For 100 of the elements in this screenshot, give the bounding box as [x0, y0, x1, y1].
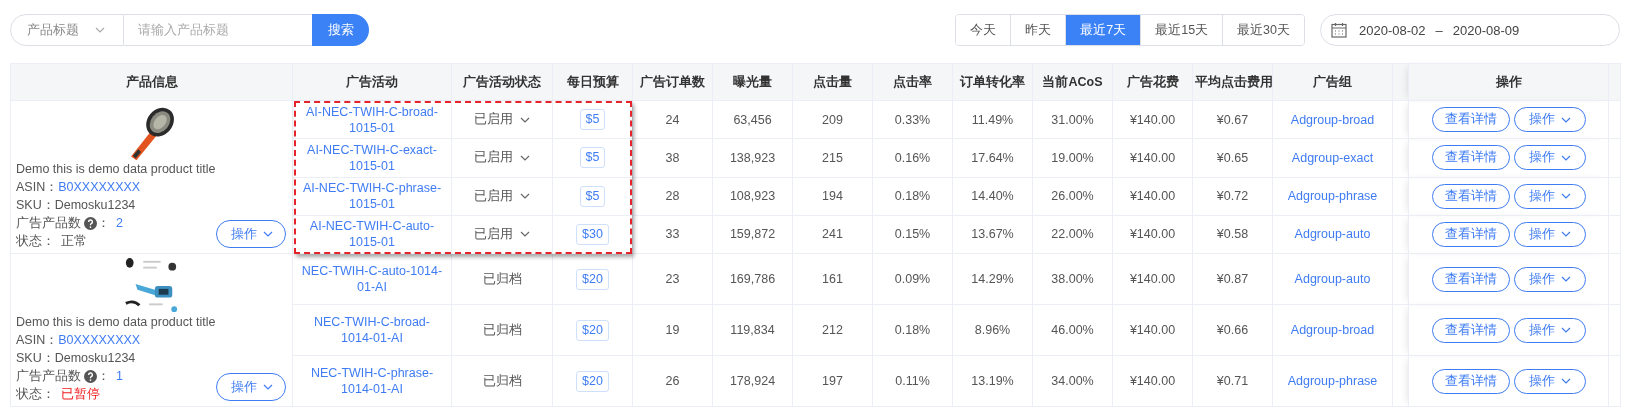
table-cell: ¥0.58	[1216, 227, 1249, 242]
table-cell: 0.16%	[894, 150, 931, 165]
table-cell: 0.09%	[894, 272, 931, 286]
asin-link[interactable]: B0XXXXXXXX	[58, 331, 141, 349]
date-range-tab[interactable]: 最近30天	[1222, 15, 1304, 45]
view-details-button[interactable]: 查看详情	[1431, 107, 1510, 133]
column-header: 当前ACoS	[1042, 74, 1103, 89]
table-cell: 215	[822, 150, 843, 165]
budget-tag[interactable]: $20	[576, 319, 609, 341]
table-cell: ¥0.65	[1216, 150, 1249, 165]
table-cell: 138,923	[729, 150, 776, 165]
view-details-button[interactable]: 查看详情	[1431, 221, 1510, 247]
action-menu-button[interactable]: 操作	[1513, 266, 1586, 292]
table-cell: 209	[822, 112, 843, 127]
column-header: 广告活动状态	[463, 74, 541, 89]
date-range-tab[interactable]: 最近7天	[1065, 15, 1141, 45]
table-cell: ¥140.00	[1129, 323, 1176, 337]
search-field[interactable]: 请输入产品标题	[124, 14, 312, 46]
table-cell: ¥0.72	[1216, 189, 1249, 204]
column-header: 点击量	[813, 74, 852, 89]
product-title: Demo this is demo data product title	[16, 161, 216, 178]
budget-tag[interactable]: $5	[579, 185, 606, 207]
view-details-button[interactable]: 查看详情	[1431, 145, 1510, 171]
chevron-down-icon	[1560, 193, 1571, 200]
table-cell: 33	[665, 227, 680, 242]
table-cell: 38	[665, 150, 680, 165]
action-menu-button[interactable]: 操作	[216, 373, 286, 401]
view-details-button[interactable]: 查看详情	[1431, 368, 1510, 394]
adgroup-link[interactable]: Adgroup-broad	[1290, 323, 1375, 337]
table-cell: 22.00%	[1051, 227, 1094, 242]
asin-label: ASIN：	[16, 332, 59, 349]
chevron-down-icon	[520, 231, 530, 238]
view-details-button[interactable]: 查看详情	[1431, 183, 1510, 209]
table-cell: 108,923	[729, 189, 776, 204]
table-cell: ¥140.00	[1129, 189, 1176, 204]
help-icon[interactable]	[84, 369, 97, 383]
chevron-down-icon	[1560, 154, 1571, 161]
table-cell: 0.18%	[894, 189, 931, 204]
status-label: 状态：	[16, 233, 55, 250]
asin-link[interactable]: B0XXXXXXXX	[58, 178, 141, 196]
sku-text: SKU：Demosku1234	[16, 350, 136, 367]
chevron-down-icon	[95, 27, 105, 33]
colon: ：	[97, 215, 110, 232]
budget-tag[interactable]: $5	[579, 109, 606, 131]
action-menu-button[interactable]: 操作	[1513, 221, 1586, 247]
table-cell: ¥140.00	[1129, 150, 1176, 165]
help-icon[interactable]	[84, 216, 97, 230]
table-cell: 0.15%	[894, 227, 931, 242]
action-menu-button[interactable]: 操作	[216, 220, 286, 248]
action-menu-button[interactable]: 操作	[1513, 317, 1586, 343]
date-separator: –	[1435, 22, 1443, 38]
ad-product-count[interactable]: 2	[116, 214, 123, 232]
view-details-button[interactable]: 查看详情	[1431, 317, 1510, 343]
table-cell: 159,872	[729, 227, 776, 242]
action-menu-button[interactable]: 操作	[1513, 368, 1586, 394]
table-cell: 28	[665, 189, 680, 204]
budget-tag[interactable]: $20	[576, 370, 609, 392]
table-cell: 161	[822, 272, 843, 286]
sku-text: SKU：Demosku1234	[16, 197, 136, 214]
table-cell: 24	[665, 112, 680, 127]
chevron-down-icon	[263, 231, 273, 237]
table-cell: 46.00%	[1051, 323, 1094, 337]
campaign-status: 已归档	[482, 322, 522, 337]
adgroup-link[interactable]: Adgroup-auto	[1294, 272, 1371, 286]
budget-tag[interactable]: $5	[579, 147, 606, 169]
table-cell: 241	[822, 227, 843, 242]
end-date[interactable]: 2020-08-09	[1452, 22, 1520, 38]
table-cell: 14.40%	[971, 189, 1014, 204]
search-button[interactable]: 搜索	[312, 14, 369, 46]
status-label: 状态：	[16, 386, 55, 403]
column-header: 广告订单数	[640, 74, 705, 89]
table-cell: 38.00%	[1051, 272, 1094, 286]
action-menu-button[interactable]: 操作	[1513, 183, 1586, 209]
ad-product-count-label: 广告产品数	[16, 368, 81, 385]
table-cell: 212	[822, 323, 843, 337]
start-date[interactable]: 2020-08-02	[1359, 22, 1426, 38]
chevron-down-icon	[1560, 276, 1571, 282]
chevron-down-icon	[1560, 327, 1571, 333]
table-cell: 0.33%	[894, 112, 931, 127]
table-cell: 0.18%	[894, 323, 931, 337]
table-cell: 34.00%	[1051, 374, 1094, 388]
table-cell: ¥140.00	[1129, 374, 1176, 388]
column-header: 点击率	[893, 74, 932, 89]
table-cell: 26	[665, 374, 680, 388]
ad-product-count[interactable]: 1	[116, 367, 123, 385]
column-header: 广告组	[1313, 74, 1352, 89]
column-header: 订单转化率	[960, 74, 1025, 89]
action-menu-button[interactable]: 操作	[1513, 107, 1586, 133]
table-cell: 14.29%	[971, 272, 1014, 286]
column-header: 操作	[1495, 74, 1522, 89]
table-cell: ¥0.87	[1216, 272, 1249, 286]
chevron-down-icon	[520, 116, 530, 123]
table-cell: 169,786	[729, 272, 776, 286]
table-cell: 19.00%	[1051, 150, 1094, 165]
action-menu-button[interactable]: 操作	[1513, 145, 1586, 171]
budget-tag[interactable]: $30	[576, 223, 609, 245]
column-header: 曝光量	[733, 74, 772, 89]
view-details-button[interactable]: 查看详情	[1431, 266, 1510, 292]
chevron-down-icon	[520, 193, 530, 200]
budget-tag[interactable]: $20	[576, 268, 609, 290]
